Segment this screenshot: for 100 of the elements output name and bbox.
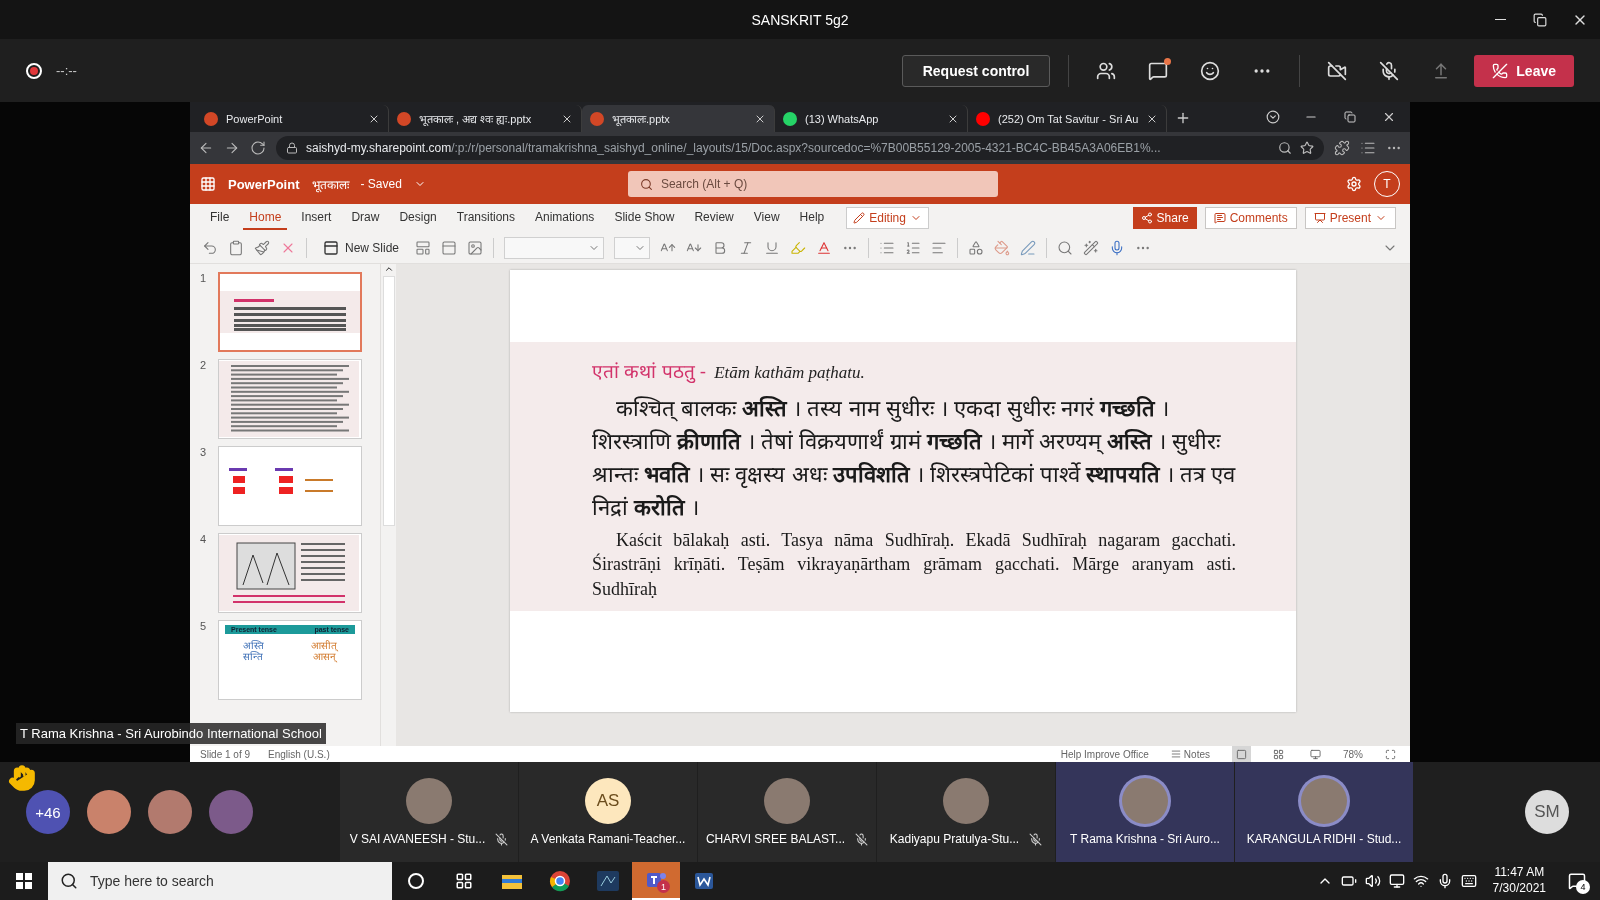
participant-tile[interactable]: CHARVI SREE BALAST...: [698, 762, 876, 862]
participant-tile[interactable]: AS A Venkata Ramani-Teacher...: [519, 762, 697, 862]
editing-mode-button[interactable]: Editing: [846, 207, 929, 229]
window-title: SANSKRIT 5g2: [751, 11, 849, 28]
find-icon[interactable]: [1057, 239, 1074, 256]
font-color-icon[interactable]: [816, 239, 833, 256]
display-icon[interactable]: [1388, 873, 1405, 889]
scrollbar[interactable]: [380, 264, 396, 746]
ribbon-tab[interactable]: Insert: [295, 206, 338, 230]
initials-avatar: AS: [585, 778, 631, 824]
restore-icon[interactable]: [1344, 111, 1356, 123]
scroll-up-icon: [383, 264, 394, 274]
date: 7/30/2021: [1492, 881, 1546, 897]
paste-icon[interactable]: [228, 239, 244, 256]
reading-list-icon[interactable]: [1360, 140, 1376, 156]
ribbon-tab[interactable]: Help: [793, 206, 831, 230]
notes-button[interactable]: Notes: [1166, 746, 1214, 762]
ribbon-tab[interactable]: Draw: [345, 206, 386, 230]
slide-number: 5: [200, 620, 208, 634]
feedback-link[interactable]: Help Improve Office: [1060, 748, 1149, 760]
photo-placeholder: [148, 790, 192, 834]
share-button[interactable]: Share: [1132, 207, 1197, 229]
numbering-icon[interactable]: [905, 239, 922, 256]
language[interactable]: English (U.S.): [268, 748, 330, 760]
participant-tile[interactable]: Kadiyapu Pratulya-Stu...: [877, 762, 1055, 862]
comments-button[interactable]: Comments: [1204, 207, 1297, 229]
settings-icon[interactable]: [1346, 176, 1362, 192]
fit-icon: [1385, 748, 1396, 760]
slide-number: 4: [200, 533, 208, 547]
participant-name: V SAI AVANEESH - Stu...: [349, 832, 486, 846]
forward-icon[interactable]: [224, 140, 240, 156]
photo-placeholder: [1122, 778, 1168, 824]
wifi-icon[interactable]: [1412, 873, 1429, 889]
keyboard-icon[interactable]: [1460, 873, 1477, 889]
pencil-icon: [853, 212, 866, 224]
ribbon-tab[interactable]: Animations: [529, 206, 601, 230]
slide-number: 1: [200, 272, 208, 286]
photo-placeholder: [764, 778, 810, 824]
undo-icon[interactable]: [202, 239, 218, 256]
underline-icon[interactable]: [764, 239, 781, 256]
shapes-icon[interactable]: [968, 239, 985, 256]
picture-icon[interactable]: [467, 239, 484, 256]
folder-icon: [501, 872, 523, 890]
presenter-label: T Rama Krishna - Sri Aurobindo International School: [16, 723, 326, 744]
task-view-icon: [455, 872, 473, 890]
layout-icon[interactable]: [415, 239, 432, 256]
battery-icon[interactable]: [1340, 873, 1357, 889]
notes-icon: [1170, 749, 1181, 759]
ribbon-tab[interactable]: File: [204, 206, 236, 230]
extensions-icon[interactable]: [1334, 140, 1350, 156]
notifications-button[interactable]: 4: [1562, 862, 1592, 900]
taskbar-app[interactable]: 1: [632, 862, 680, 900]
file-name[interactable]: भूतकालः: [311, 175, 349, 193]
ribbon-tab[interactable]: Home: [243, 206, 288, 230]
zoom-search-icon[interactable]: [1278, 141, 1292, 155]
minimize-icon: [1494, 19, 1506, 20]
new-slide-button[interactable]: New Slide: [317, 238, 406, 257]
search-field[interactable]: Search (Alt + Q): [627, 171, 998, 197]
taskbar-search-field[interactable]: Type here to search: [48, 862, 392, 900]
participant-tile[interactable]: V SAI AVANEESH - Stu...: [340, 762, 518, 862]
designer-icon[interactable]: [1083, 239, 1100, 256]
verb-form: आसन्: [312, 651, 337, 662]
participant-tile[interactable]: KARANGULA RIDHI - Stud...: [1235, 762, 1413, 862]
youtube-logo-icon: [976, 111, 990, 126]
volume-icon[interactable]: [1364, 873, 1381, 889]
initials-avatar: SM: [1525, 790, 1569, 834]
normal-view-button[interactable]: [1232, 746, 1251, 762]
ribbon-tab[interactable]: Design: [393, 206, 443, 230]
close-icon[interactable]: [1382, 110, 1396, 124]
slide-thumbnail[interactable]: [218, 272, 362, 352]
leave-button[interactable]: Leave: [1474, 54, 1574, 87]
normal-view-icon: [1236, 748, 1247, 760]
section-icon[interactable]: [441, 239, 458, 256]
app-launcher-icon[interactable]: [200, 176, 216, 192]
photo-placeholder: [1301, 778, 1347, 824]
outline-icon[interactable]: [1020, 239, 1037, 256]
slide-thumbnail[interactable]: [218, 446, 362, 526]
address-bar[interactable]: saishyd-my.sharepoint.com/:p:/r/personal/tramakrishna_saishyd_online/_layouts/15/Doc.aspx?sourcedoc=%7B00B55129-2005-4321-BC4C-BB45A3A06EB1%...: [276, 136, 1324, 160]
zoom-level[interactable]: 78%: [1343, 748, 1363, 760]
ribbon-tab[interactable]: Review: [688, 206, 740, 230]
overflow-count[interactable]: +46: [26, 790, 70, 834]
participant-tile[interactable]: T Rama Krishna - Sri Auro...: [1056, 762, 1234, 862]
time: 11:47 AM: [1494, 865, 1545, 881]
clock[interactable]: 11:47 AM 7/30/2021: [1492, 865, 1546, 897]
request-control-button[interactable]: Request control: [901, 54, 1051, 87]
participant-name: Kadiyapu Pratulya-Stu...: [889, 832, 1020, 846]
ribbon-tab[interactable]: Slide Show: [608, 206, 681, 230]
search-icon: [639, 177, 653, 191]
ribbon-tab[interactable]: Transitions: [450, 206, 521, 230]
ribbon-tab[interactable]: View: [747, 206, 786, 230]
grid-icon: [1273, 748, 1284, 760]
present-button[interactable]: Present: [1304, 207, 1396, 229]
bookmark-star-icon[interactable]: [1300, 141, 1314, 155]
browser-tab[interactable]: भूतकालः.pptx: [582, 105, 775, 132]
back-icon[interactable]: [198, 140, 214, 156]
new-slide-icon: [323, 239, 339, 256]
tab-search-icon[interactable]: [1266, 110, 1280, 124]
format-painter-icon[interactable]: [254, 239, 270, 256]
url-text: saishyd-my.sharepoint.com/:p:/r/personal/tramakrishna_saishyd_online/_layouts/15/Doc.aspx?sourcedoc=%7B00B55129-2005-4321-BC4C-BB45A3A06EB1%...: [306, 141, 1161, 155]
reload-icon[interactable]: [250, 140, 266, 156]
